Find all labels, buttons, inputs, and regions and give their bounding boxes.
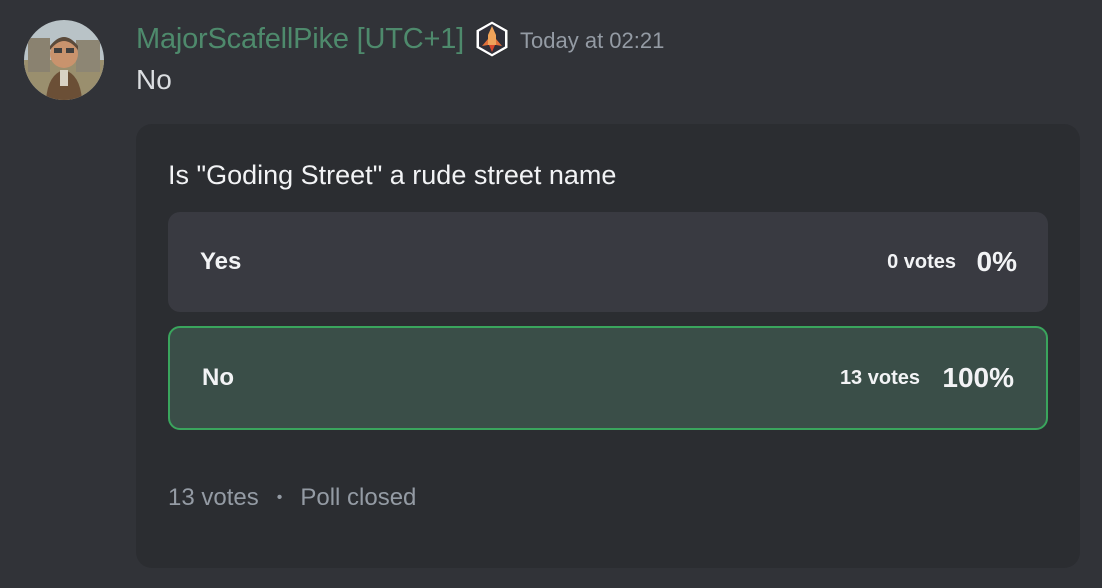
user-avatar[interactable] [24,20,104,100]
poll-answer-no[interactable]: No 13 votes 100% [168,326,1048,430]
message-content: No [136,64,172,95]
poll-answer-percent: 0% [976,246,1017,277]
poll-status: Poll closed [300,484,417,511]
poll-answer-votes: 13 votes [839,366,920,389]
message-timestamp[interactable]: Today at 02:21 [520,28,664,54]
poll-answer-votes: 0 votes [887,250,956,273]
poll-answer-label: Yes [200,248,242,275]
poll-answer-percent: 100% [942,362,1014,393]
message-header: MajorScafellPike [UTC+1] Today at 02:21 [136,16,664,62]
poll-question: Is "Goding Street" a rude street name [168,160,617,190]
poll-card: Is "Goding Street" a rude street name Ye… [136,124,1080,568]
poll-total-votes[interactable]: 13 votes [168,484,259,512]
poll-answer-label: No [202,364,234,391]
username[interactable]: MajorScafellPike [UTC+1] [136,23,464,56]
chat-message: MajorScafellPike [UTC+1] Today at 02:21 … [0,0,1102,588]
poll-footer: 13 votes • Poll closed [168,484,416,512]
poll-answer-yes[interactable]: Yes 0 votes 0% [168,212,1048,312]
rocket-role-icon[interactable] [474,19,510,59]
separator-dot: • [276,489,283,506]
